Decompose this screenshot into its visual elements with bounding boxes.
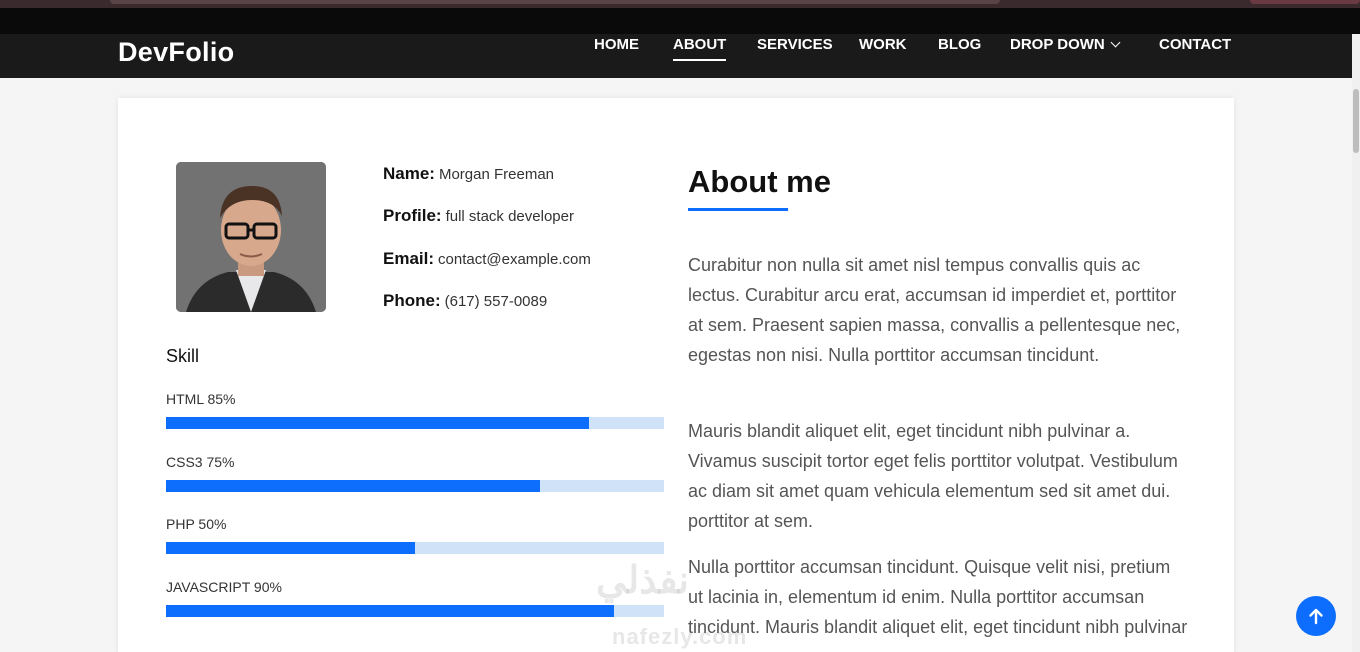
scrollbar-thumb[interactable]	[1353, 89, 1359, 153]
nav-about[interactable]: ABOUT	[673, 35, 727, 61]
name-row: Name: Morgan Freeman	[383, 164, 554, 184]
email-value[interactable]: contact@example.com	[438, 251, 591, 268]
email-row: Email: contact@example.com	[383, 249, 591, 269]
skill-progress-track	[166, 542, 664, 554]
browser-tab[interactable]	[110, 0, 1000, 4]
skill-item: PHP 50%	[166, 515, 664, 554]
skill-label: PHP 50%	[166, 516, 227, 532]
watermark-latin: nafezly.com	[612, 624, 748, 649]
nav-work[interactable]: WORK	[859, 35, 907, 55]
browser-tab-strip	[0, 0, 1360, 8]
nav-dropdown-label: DROP DOWN	[1010, 36, 1105, 53]
navbar: DevFolio HOME ABOUT SERVICES WORK BLOG D…	[0, 34, 1352, 78]
skill-label: HTML 85%	[166, 391, 236, 407]
skill-item: CSS3 75%	[166, 453, 664, 492]
watermark-arabic: نفذلي	[596, 560, 689, 602]
profile-row: Profile: full stack developer	[383, 206, 574, 226]
about-paragraph-3: Nulla porttitor accumsan tincidunt. Quis…	[688, 557, 1188, 652]
chevron-down-icon	[1110, 37, 1121, 48]
profile-photo	[176, 162, 326, 312]
brand-logo[interactable]: DevFolio	[118, 30, 234, 74]
skill-progress-fill	[166, 605, 615, 617]
skill-progress-fill	[166, 542, 415, 554]
skill-progress-track	[166, 417, 664, 429]
nav-services[interactable]: SERVICES	[757, 35, 833, 55]
skill-item: JAVASCRIPT 90%	[166, 578, 664, 617]
profile-label: Profile:	[383, 206, 442, 225]
skill-label: JAVASCRIPT 90%	[166, 579, 282, 595]
skill-progress-track	[166, 605, 664, 617]
skill-progress-track	[166, 480, 664, 492]
skill-progress-fill	[166, 480, 540, 492]
phone-label: Phone:	[383, 291, 441, 310]
back-to-top-button[interactable]	[1296, 596, 1336, 636]
name-value: Morgan Freeman	[438, 166, 555, 183]
skill-label: CSS3 75%	[166, 454, 235, 470]
about-paragraph-2: Mauris blandit aliquet elit, eget tincid…	[688, 421, 1178, 531]
phone-row: Phone: (617) 557-0089	[383, 291, 547, 311]
email-label: Email:	[383, 249, 435, 268]
arrow-up-icon	[1309, 608, 1323, 625]
about-title: About me	[688, 164, 831, 199]
profile-value: full stack developer	[445, 208, 574, 225]
nav-blog[interactable]: BLOG	[938, 35, 981, 55]
skill-progress-fill	[166, 417, 590, 429]
nav-home[interactable]: HOME	[594, 35, 639, 55]
browser-top-bar	[0, 0, 1360, 34]
nav-dropdown[interactable]: DROP DOWN	[1010, 35, 1121, 55]
about-title-underline	[688, 208, 788, 211]
browser-tab-right[interactable]	[1250, 0, 1360, 4]
skill-item: HTML 85%	[166, 390, 664, 429]
name-label: Name:	[383, 164, 435, 183]
nav-contact[interactable]: CONTACT	[1159, 35, 1231, 55]
profile-photo-illustration	[176, 162, 326, 312]
page-scrollbar[interactable]	[1352, 34, 1360, 652]
skills-title: Skill	[166, 346, 200, 366]
about-paragraph-1: Curabitur non nulla sit amet nisl tempus…	[688, 255, 1181, 365]
phone-value: (617) 557-0089	[444, 293, 548, 310]
